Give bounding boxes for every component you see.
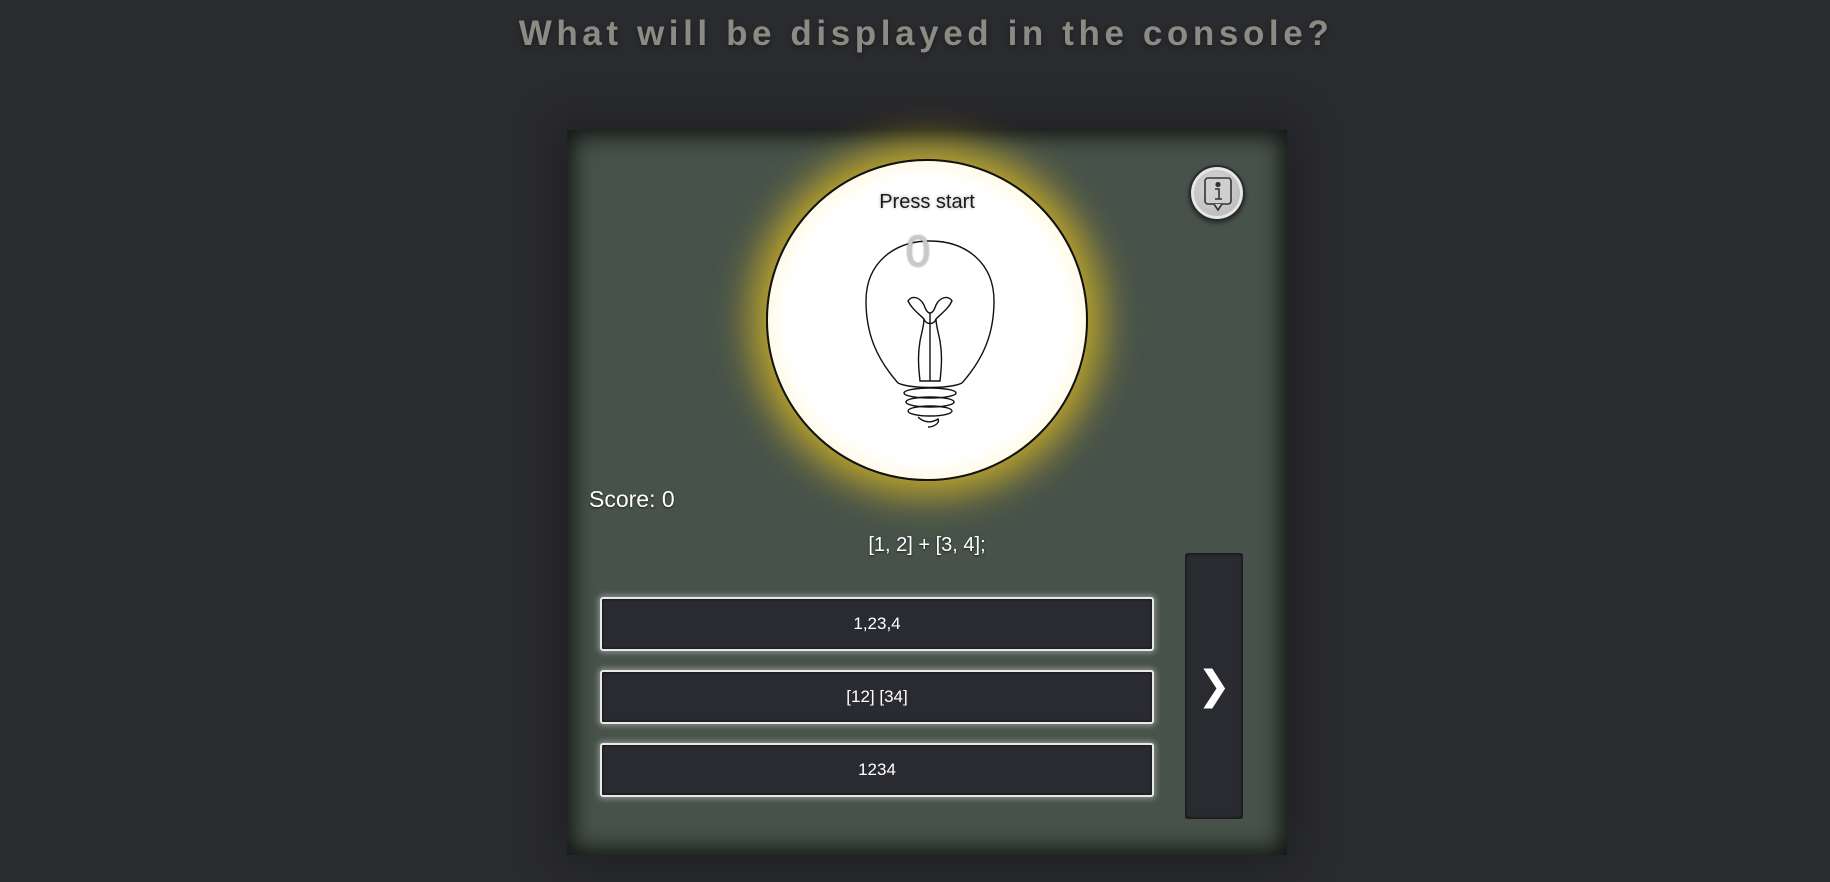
quiz-page: What will be displayed in the console? P… [0,0,1830,882]
quiz-card: Press start 0 Score: 0 [1, 2] + [3, 4]; … [567,130,1287,855]
answer-option-2[interactable]: [12] [34] [600,670,1154,724]
page-title: What will be displayed in the console? [518,14,1334,53]
answer-option-1[interactable]: 1,23,4 [600,597,1154,651]
info-button[interactable] [1189,165,1245,221]
timer-value: 0 [905,227,931,276]
question-code: [1, 2] + [3, 4]; [868,534,986,556]
status-text: Press start [879,191,975,213]
next-question-button[interactable]: ❯ [1185,553,1243,819]
lightbulb-display: Press start 0 [766,159,1088,481]
info-icon [1204,177,1232,212]
answer-option-3[interactable]: 1234 [600,743,1154,797]
score-label: Score: 0 [589,486,675,512]
